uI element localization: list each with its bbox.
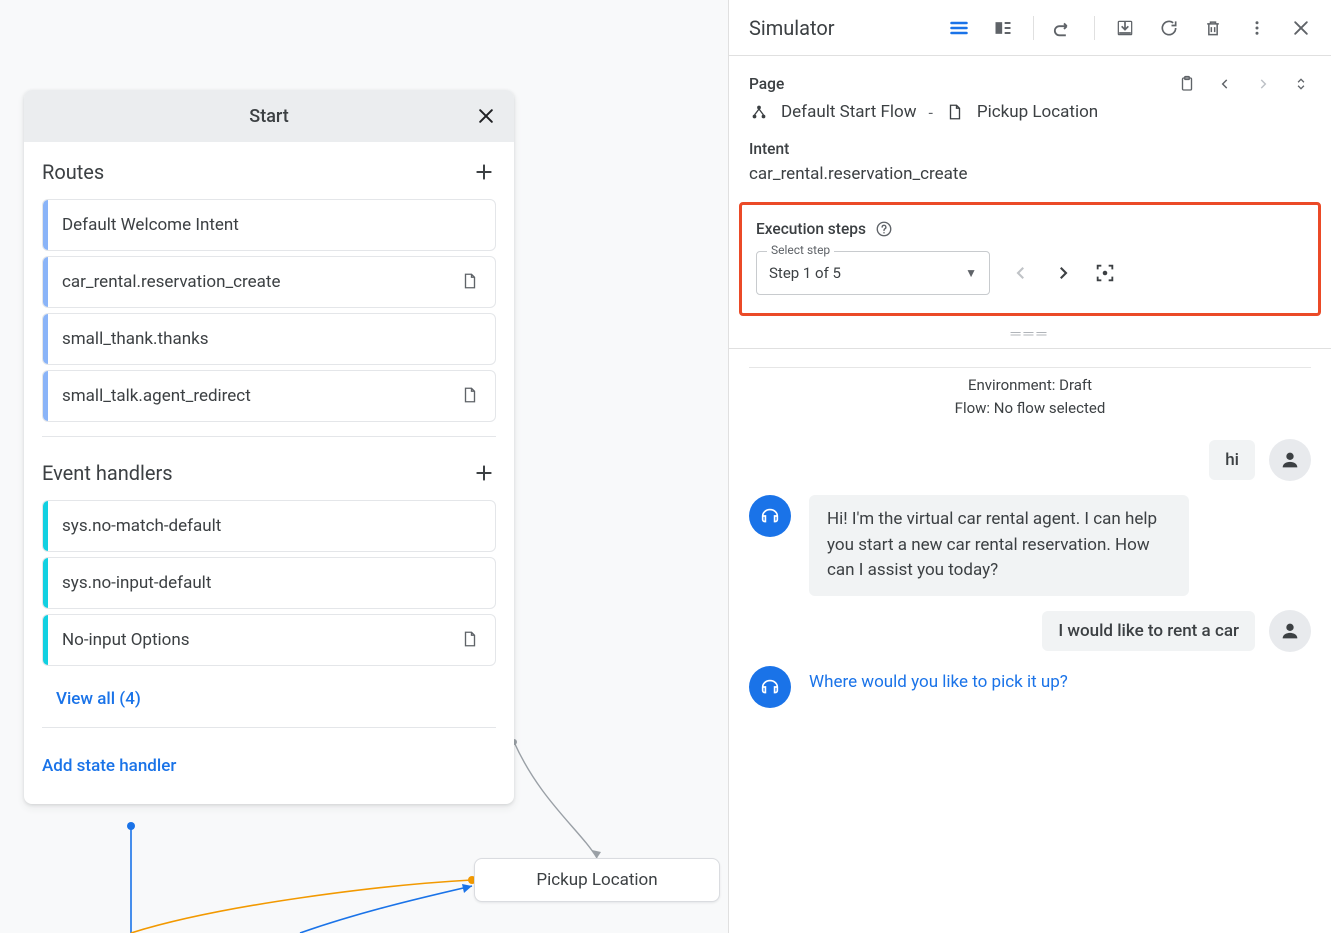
chat-env-header: Environment: Draft Flow: No flow selecte… <box>749 367 1311 439</box>
event-accent-bar <box>43 615 48 665</box>
execution-steps-highlight: Execution steps Select step Step 1 of 5 … <box>739 202 1321 316</box>
chat-area: Environment: Draft Flow: No flow selecte… <box>729 348 1331 933</box>
chat-message-agent: Hi! I'm the virtual car rental agent. I … <box>749 495 1311 596</box>
chat-message-user: I would like to rent a car <box>749 610 1311 652</box>
step-select[interactable]: Select step Step 1 of 5 ▼ <box>756 251 990 295</box>
collapse-icon[interactable] <box>1291 74 1311 94</box>
page-icon <box>461 272 481 292</box>
user-bubble: I would like to rent a car <box>1042 611 1255 651</box>
event-label: sys.no-input-default <box>62 573 481 593</box>
page-label: Page <box>749 75 784 93</box>
flow-node-label: Pickup Location <box>536 870 657 890</box>
route-accent-bar <box>43 371 48 421</box>
simulator-title: Simulator <box>749 16 835 40</box>
env-line: Environment: Draft <box>749 374 1311 397</box>
route-accent-bar <box>43 200 48 250</box>
help-icon[interactable] <box>874 219 894 239</box>
route-label: Default Welcome Intent <box>62 215 481 235</box>
route-item[interactable]: car_rental.reservation_create <box>42 256 496 308</box>
divider <box>42 436 496 437</box>
route-accent-bar <box>43 257 48 307</box>
user-avatar-icon <box>1269 439 1311 481</box>
toolbar-separator <box>1094 16 1095 40</box>
event-label: No-input Options <box>62 630 451 650</box>
view-split-icon[interactable] <box>989 14 1017 42</box>
chat-message-user: hi <box>749 439 1311 481</box>
user-bubble: hi <box>1209 440 1255 480</box>
node-header: Start <box>24 90 514 142</box>
route-accent-bar <box>43 314 48 364</box>
page-icon <box>945 102 965 122</box>
flow-icon <box>749 102 769 122</box>
route-item[interactable]: Default Welcome Intent <box>42 199 496 251</box>
flow-canvas[interactable]: Start Routes Default Welcome Intent car_… <box>0 0 728 933</box>
event-item[interactable]: No-input Options <box>42 614 496 666</box>
add-state-handler-link[interactable]: Add state handler <box>24 734 514 804</box>
routes-label: Routes <box>42 160 104 184</box>
chat-message-agent: Where would you like to pick it up? <box>749 666 1311 708</box>
route-item[interactable]: small_talk.agent_redirect <box>42 370 496 422</box>
event-item[interactable]: sys.no-input-default <box>42 557 496 609</box>
page-icon <box>461 630 481 650</box>
replay-icon[interactable] <box>1155 14 1183 42</box>
event-item[interactable]: sys.no-match-default <box>42 500 496 552</box>
chevron-right-icon <box>1253 74 1273 94</box>
download-icon[interactable] <box>1111 14 1139 42</box>
routes-section: Routes Default Welcome Intent car_rental… <box>24 142 514 443</box>
simulator-panel: Simulator Page <box>728 0 1331 933</box>
breadcrumb-sep: - <box>928 103 932 122</box>
add-event-button[interactable] <box>472 461 496 485</box>
event-accent-bar <box>43 501 48 551</box>
view-list-icon[interactable] <box>945 14 973 42</box>
page-name: Pickup Location <box>977 102 1098 122</box>
add-route-button[interactable] <box>472 160 496 184</box>
page-breadcrumb: Default Start Flow - Pickup Location <box>749 102 1311 122</box>
undo-icon[interactable] <box>1050 14 1078 42</box>
view-all-link[interactable]: View all (4) <box>38 671 500 727</box>
page-icon <box>461 386 481 406</box>
route-item[interactable]: small_thank.thanks <box>42 313 496 365</box>
events-label: Event handlers <box>42 461 173 485</box>
delete-icon[interactable] <box>1199 14 1227 42</box>
panel-drag-handle[interactable]: ═══ <box>749 324 1311 342</box>
intent-label: Intent <box>749 140 1311 158</box>
intent-value: car_rental.reservation_create <box>749 164 1311 184</box>
step-select-label: Select step <box>767 243 834 257</box>
close-icon[interactable] <box>472 102 500 130</box>
route-label: car_rental.reservation_create <box>62 272 451 292</box>
flow-line: Flow: No flow selected <box>749 397 1311 420</box>
events-section: Event handlers sys.no-match-default sys.… <box>24 443 514 734</box>
agent-bubble[interactable]: Where would you like to pick it up? <box>809 666 1068 696</box>
node-title: Start <box>249 106 288 127</box>
close-icon[interactable] <box>1287 14 1315 42</box>
agent-avatar-icon <box>749 495 791 537</box>
focus-icon[interactable] <box>1092 260 1118 286</box>
agent-bubble: Hi! I'm the virtual car rental agent. I … <box>809 495 1189 596</box>
event-accent-bar <box>43 558 48 608</box>
step-prev-button <box>1008 260 1034 286</box>
clipboard-icon[interactable] <box>1177 74 1197 94</box>
simulator-body: Page Default Start Flow - <box>729 56 1331 348</box>
route-label: small_thank.thanks <box>62 329 481 349</box>
agent-avatar-icon <box>749 666 791 708</box>
chevron-left-icon[interactable] <box>1215 74 1235 94</box>
user-avatar-icon <box>1269 610 1311 652</box>
toolbar-separator <box>1033 16 1034 40</box>
caret-down-icon: ▼ <box>965 266 977 280</box>
simulator-toolbar: Simulator <box>729 0 1331 56</box>
execution-steps-label: Execution steps <box>756 220 866 238</box>
step-select-value: Step 1 of 5 <box>769 264 965 282</box>
flow-node-pickup-location[interactable]: Pickup Location <box>474 858 720 902</box>
page-flow-name: Default Start Flow <box>781 102 916 122</box>
route-label: small_talk.agent_redirect <box>62 386 451 406</box>
step-next-button[interactable] <box>1050 260 1076 286</box>
divider <box>42 727 496 728</box>
start-node-card: Start Routes Default Welcome Intent car_… <box>24 90 514 804</box>
more-icon[interactable] <box>1243 14 1271 42</box>
event-label: sys.no-match-default <box>62 516 481 536</box>
